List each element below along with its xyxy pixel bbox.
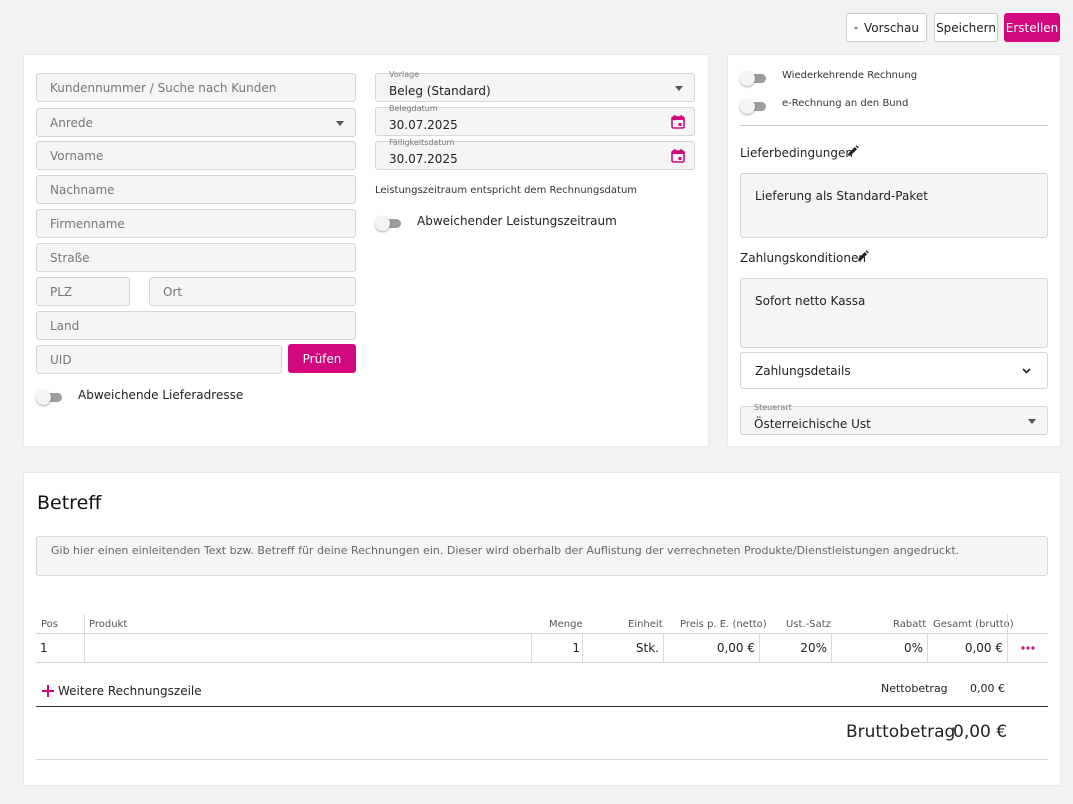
net-label: Nettobetrag [881,682,948,695]
caret-down-icon [675,86,683,91]
delivery-terms-title: Lieferbedingungen [740,146,853,160]
col-header-price: Preis p. E. (netto) [680,619,767,630]
col-header-total: Gesamt (brutto) [933,619,1014,630]
create-button[interactable]: Erstellen [1004,13,1060,42]
subject-title: Betreff [37,492,102,514]
template-select[interactable]: Vorlage Beleg (Standard) [375,70,695,102]
plus-icon [42,685,54,697]
subject-input[interactable]: Gib hier einen einleitenden Text bzw. Be… [36,536,1048,576]
col-header-discount: Rabatt [893,619,927,630]
alt-period-toggle[interactable] [375,215,403,231]
recurring-label: Wiederkehrende Rechnung [782,70,918,81]
document-date-label: Belegdatum [389,104,438,113]
document-date-input[interactable]: Belegdatum 30.07.2025 [375,104,695,136]
calendar-icon[interactable] [671,115,685,129]
zip-input[interactable]: PLZ [36,277,130,306]
city-input[interactable]: Ort [149,277,356,306]
country-input[interactable]: Land [36,311,356,340]
template-value: Beleg (Standard) [389,83,491,98]
due-date-input[interactable]: Fälligkeitsdatum 30.07.2025 [375,138,695,170]
gross-label: Bruttobetrag [846,722,956,742]
col-header-product: Produkt [89,619,128,630]
preview-label: Vorschau [864,20,919,35]
street-input[interactable]: Straße [36,243,356,272]
cell-vat-select[interactable]: 20% [770,641,827,655]
delivery-terms-box[interactable]: Lieferung als Standard-Paket [740,173,1048,238]
template-label: Vorlage [389,70,420,79]
period-note: Leistungszeitraum entspricht dem Rechnun… [375,185,638,196]
eye-icon [854,26,858,29]
chevron-down-icon [1022,368,1031,374]
due-date-label: Fälligkeitsdatum [389,138,455,147]
payment-terms-box[interactable]: Sofort netto Kassa [740,278,1048,348]
payment-terms-title: Zahlungskonditionen [740,251,866,265]
preview-button[interactable]: Vorschau [846,13,927,42]
tax-type-select[interactable]: Steuerart Österreichische Ust [740,403,1048,435]
check-uid-button[interactable]: Prüfen [288,344,356,373]
cell-total: 0,00 € [964,641,1003,655]
caret-down-icon [336,121,344,126]
tax-type-value: Österreichische Ust [754,416,871,431]
add-row-label: Weitere Rechnungszeile [58,684,202,698]
more-options-icon[interactable] [1021,646,1035,650]
save-button[interactable]: Speichern [934,13,998,42]
gross-value: 0,00 € [953,722,1008,742]
table-row-divider [36,662,1048,663]
totals-divider [36,706,1048,707]
pencil-icon[interactable] [856,250,869,263]
bottom-divider [36,759,1048,760]
caret-down-icon [1028,419,1036,424]
tax-type-label: Steuerart [754,403,792,412]
uid-input[interactable]: UID [36,345,282,374]
pencil-icon[interactable] [846,145,859,158]
payment-details-accordion[interactable]: Zahlungsdetails [740,352,1048,389]
erechnung-toggle[interactable] [740,98,768,114]
due-date-value: 30.07.2025 [389,151,458,166]
col-header-vat: Ust.-Satz [786,619,831,630]
col-header-pos: Pos [41,619,59,630]
recurring-toggle[interactable] [740,70,768,86]
calendar-icon[interactable] [671,149,685,163]
add-row-button[interactable]: Weitere Rechnungszeile [42,684,202,698]
cell-product-input[interactable] [85,635,531,661]
alt-period-label: Abweichender Leistungszeitraum [417,214,617,228]
salutation-placeholder: Anrede [50,115,93,130]
divider [740,125,1048,126]
payment-details-label: Zahlungsdetails [755,363,851,378]
col-header-qty: Menge [549,619,583,630]
firstname-input[interactable]: Vorname [36,141,356,170]
table-header-divider [36,633,1048,634]
salutation-select[interactable]: Anrede [36,108,356,137]
cell-price-input[interactable]: 0,00 € [680,641,755,655]
cell-discount-input[interactable]: 0% [860,641,923,655]
erechnung-label: e-Rechnung an den Bund [782,98,909,109]
net-value: 0,00 € [970,682,1005,695]
col-header-unit: Einheit [628,619,663,630]
cell-unit-input[interactable]: Stk. [620,641,659,655]
lastname-input[interactable]: Nachname [36,175,356,204]
cell-pos: 1 [40,641,48,655]
cell-qty-input[interactable]: 1 [560,641,580,655]
company-input[interactable]: Firmenname [36,209,356,238]
alt-delivery-label: Abweichende Lieferadresse [78,388,244,402]
alt-delivery-toggle[interactable] [36,389,64,405]
document-date-value: 30.07.2025 [389,117,458,132]
customer-search-input[interactable]: Kundennummer / Suche nach Kunden [36,73,356,102]
